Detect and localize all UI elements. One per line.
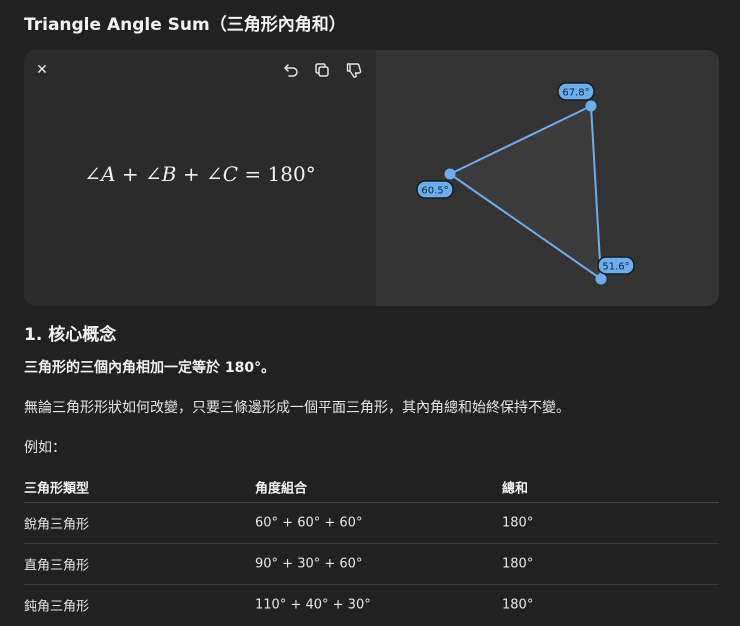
table-header-row: 三角形類型 角度組合 總和	[24, 472, 719, 503]
angle-label-left: 60.5°	[416, 180, 454, 199]
table-cell: 鈍角三角形	[24, 599, 90, 615]
svg-text:60.5°: 60.5°	[421, 186, 448, 197]
close-icon[interactable]: ✕	[32, 60, 52, 80]
example-label: 例如：	[24, 440, 66, 456]
formula-panel: ✕ ∠A + ∠B + ∠C = 180°	[24, 50, 376, 306]
plus-sign: +	[121, 162, 139, 186]
angle-sum-formula: ∠A + ∠B + ∠C = 180°	[24, 162, 376, 186]
vertex-handle-top	[585, 100, 597, 112]
table-cell: 180°	[502, 515, 534, 531]
vertex-handle-bottom	[595, 273, 607, 285]
angle-label-bottom: 51.6°	[597, 256, 635, 275]
plus-sign: +	[182, 162, 200, 186]
column-header: 三角形類型	[24, 481, 90, 497]
table-cell: 90° + 30° + 60°	[255, 556, 363, 572]
table-cell: 60° + 60° + 60°	[255, 515, 363, 531]
triangle-figure: 67.8° 60.5° 51.6°	[416, 82, 635, 285]
dislike-icon[interactable]	[343, 60, 365, 80]
table-cell: 銳角三角形	[24, 517, 90, 533]
page-title: Triangle Angle Sum（三角形內角和）	[24, 15, 346, 35]
svg-text:51.6°: 51.6°	[602, 262, 629, 273]
vertex-handle-left	[444, 168, 456, 180]
triangle-canvas[interactable]: 67.8° 60.5° 51.6°	[376, 50, 719, 306]
table-cell: 110° + 40° + 30°	[255, 597, 371, 613]
angle-examples-table: 三角形類型 角度組合 總和 銳角三角形 60° + 60° + 60° 180°…	[24, 472, 719, 625]
explanation-text: 無論三角形形狀如何改變，只要三條邊形成一個平面三角形，其內角總和始終保持不變。	[24, 400, 570, 416]
equals-sign: =	[244, 162, 262, 186]
table-row: 鈍角三角形 110° + 40° + 30° 180°	[24, 585, 719, 625]
triangle-shape	[448, 104, 603, 281]
formula-result: 180°	[267, 162, 316, 186]
column-header: 總和	[502, 481, 529, 497]
table-row: 銳角三角形 60° + 60° + 60° 180°	[24, 503, 719, 544]
angle-b: ∠B	[145, 162, 177, 186]
table-cell: 180°	[502, 556, 534, 572]
angle-widget-card: ✕ ∠A + ∠B + ∠C = 180° 67.8° 60.5° 51.6°	[24, 50, 719, 306]
angle-a: ∠A	[84, 162, 116, 186]
table-cell: 180°	[502, 597, 534, 613]
table-cell: 直角三角形	[24, 558, 90, 574]
undo-icon[interactable]	[280, 60, 302, 80]
copy-icon[interactable]	[311, 60, 333, 80]
column-header: 角度組合	[255, 481, 308, 497]
angle-c: ∠C	[205, 162, 239, 186]
key-statement: 三角形的三個內角相加一定等於 180°。	[24, 360, 276, 376]
table-row: 直角三角形 90° + 30° + 60° 180°	[24, 544, 719, 585]
section-heading: 1. 核心概念	[24, 325, 117, 345]
svg-text:67.8°: 67.8°	[562, 88, 589, 99]
angle-label-top: 67.8°	[557, 82, 595, 101]
